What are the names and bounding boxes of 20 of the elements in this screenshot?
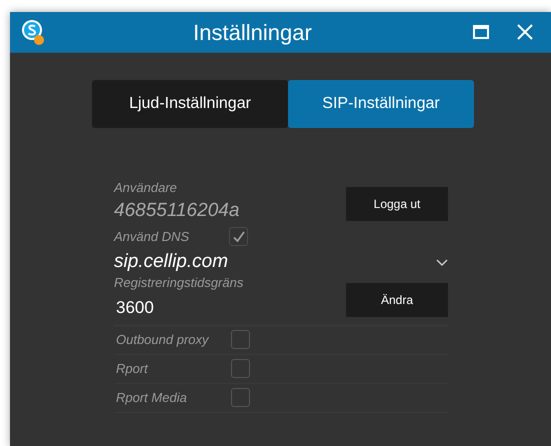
checkbox[interactable] — [231, 359, 250, 378]
chevron-down-icon — [436, 258, 448, 266]
field-label: Användare — [114, 179, 178, 197]
checkbox-label: Rport — [116, 360, 150, 378]
checkbox-label: Använd DNS — [114, 228, 190, 246]
checkbox[interactable] — [231, 388, 250, 407]
checkbox-label: Outbound proxy — [116, 330, 207, 349]
registration-input[interactable]: 3600 — [116, 296, 244, 318]
window-title: Inställningar — [192, 18, 313, 47]
username-value: 46855116204a — [114, 199, 240, 223]
tab[interactable]: Ljud-Inställningar — [92, 80, 288, 128]
checkbox[interactable] — [231, 330, 250, 349]
checkmark-icon — [232, 230, 246, 244]
change-button[interactable]: Ändra — [346, 282, 448, 316]
field-label: Registreringstidsgräns — [114, 274, 244, 290]
checkbox-label: Rport Media — [116, 388, 188, 407]
server-dropdown[interactable]: sip.cellip.com — [114, 250, 448, 274]
logout-button[interactable]: Logga ut — [346, 187, 448, 221]
app-logo-icon — [20, 17, 46, 47]
tab[interactable]: SIP-Inställningar — [288, 80, 474, 128]
